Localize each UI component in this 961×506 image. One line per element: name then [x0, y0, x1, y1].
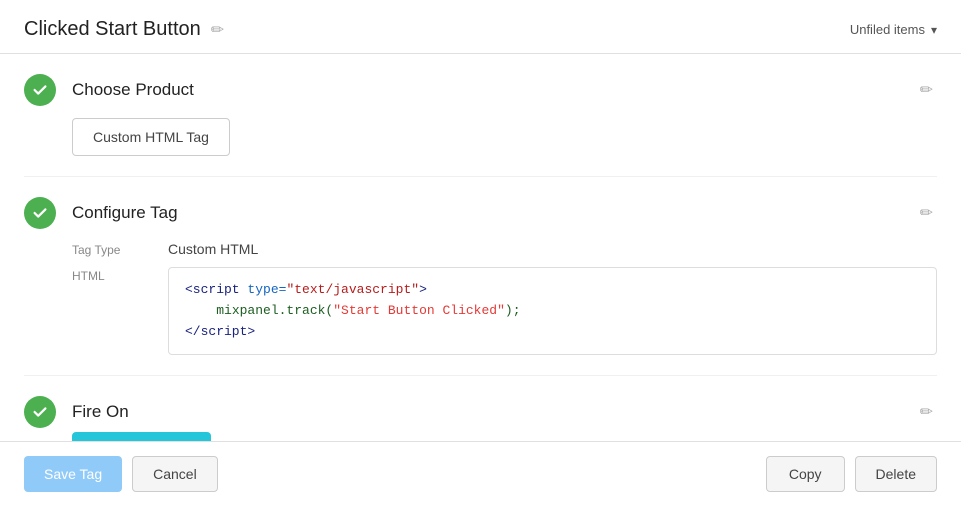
tag-type-label: Tag Type — [72, 241, 152, 257]
section-fire-on: Fire On ✏ Clicked Start... — [24, 376, 937, 441]
html-label: HTML — [72, 267, 152, 283]
edit-choose-product-icon[interactable]: ✏ — [916, 76, 937, 104]
fire-on-title-row: Fire On ✏ — [24, 396, 937, 428]
code-block: <script type="text/javascript"> mixpanel… — [168, 267, 937, 355]
page-title: Clicked Start Button — [24, 18, 201, 41]
code-line-2: mixpanel.track("Start Button Clicked"); — [185, 301, 920, 322]
chevron-down-icon: ▾ — [931, 23, 937, 37]
section-choose-product-title: Choose Product — [72, 80, 194, 100]
unfiled-items-menu[interactable]: Unfiled items ▾ — [850, 22, 937, 37]
check-circle-configure — [24, 197, 56, 229]
unfiled-items-label: Unfiled items — [850, 22, 925, 37]
copy-button[interactable]: Copy — [766, 456, 845, 492]
header-left: Clicked Start Button ✏ — [24, 18, 224, 41]
check-circle-fire-on — [24, 396, 56, 428]
checkmark-icon — [31, 403, 49, 421]
choose-product-body: Custom HTML Tag — [72, 118, 937, 156]
main-content: Choose Product ✏ Custom HTML Tag Configu… — [0, 54, 961, 441]
code-line-3: </script> — [185, 322, 920, 343]
header: Clicked Start Button ✏ Unfiled items ▾ — [0, 0, 961, 54]
check-circle-choose-product — [24, 74, 56, 106]
checkmark-icon — [31, 81, 49, 99]
clicked-start-button[interactable]: Clicked Start... — [72, 432, 211, 441]
footer: Save Tag Cancel Copy Delete — [0, 441, 961, 506]
footer-right: Copy Delete — [766, 456, 937, 492]
section-choose-product: Choose Product ✏ Custom HTML Tag — [24, 54, 937, 177]
cancel-button[interactable]: Cancel — [132, 456, 218, 492]
section-title-left: Choose Product — [24, 74, 916, 106]
configure-title-row: Configure Tag ✏ — [24, 197, 937, 229]
checkmark-icon — [31, 204, 49, 222]
save-tag-button[interactable]: Save Tag — [24, 456, 122, 492]
custom-html-tag-box: Custom HTML Tag — [72, 118, 230, 156]
edit-title-icon[interactable]: ✏ — [211, 20, 224, 40]
section-configure-tag: Configure Tag ✏ Tag Type Custom HTML HTM… — [24, 177, 937, 376]
fire-on-body: Clicked Start... — [72, 432, 937, 441]
section-fire-on-title: Fire On — [72, 402, 129, 422]
section-title-row: Choose Product ✏ — [24, 74, 937, 106]
footer-left: Save Tag Cancel — [24, 456, 218, 492]
configure-tag-body: Tag Type Custom HTML HTML <script type="… — [72, 241, 937, 355]
configure-grid: Tag Type Custom HTML HTML <script type="… — [72, 241, 937, 355]
fire-on-title-left: Fire On — [24, 396, 916, 428]
delete-button[interactable]: Delete — [855, 456, 937, 492]
tag-type-value: Custom HTML — [168, 241, 937, 257]
configure-title-left: Configure Tag — [24, 197, 916, 229]
code-line-1: <script type="text/javascript"> — [185, 280, 920, 301]
page-wrapper: Clicked Start Button ✏ Unfiled items ▾ C… — [0, 0, 961, 506]
edit-configure-icon[interactable]: ✏ — [916, 199, 937, 227]
section-configure-title: Configure Tag — [72, 203, 178, 223]
edit-fire-on-icon[interactable]: ✏ — [916, 398, 937, 426]
